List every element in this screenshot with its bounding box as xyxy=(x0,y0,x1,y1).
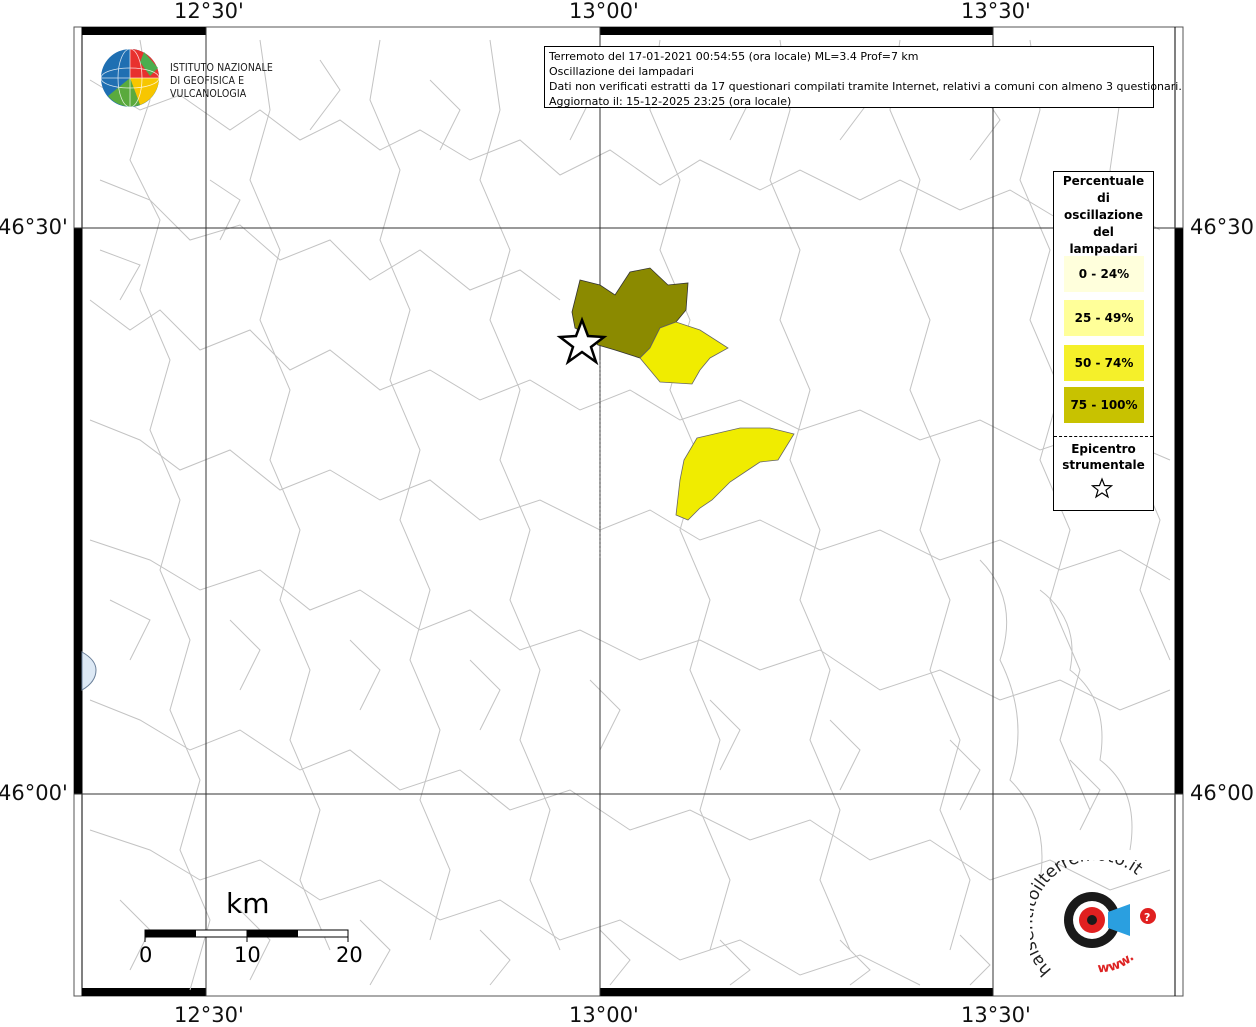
scale-tick-0: 0 xyxy=(139,943,153,967)
legend-epicenter-label: Epicentro strumentale xyxy=(1054,441,1153,473)
svg-text:?: ? xyxy=(1144,911,1150,924)
legend-title: Percentuale di oscillazione del lampadar… xyxy=(1054,173,1153,258)
scale-unit-label: km xyxy=(226,887,270,920)
ingv-globe-icon xyxy=(100,48,160,108)
logo-line-1: ISTITUTO NAZIONALE xyxy=(170,62,273,74)
lon-label-bottom-1: 12°30' xyxy=(174,1003,244,1027)
ingv-logo: ISTITUTO NAZIONALE DI GEOFISICA E VULCAN… xyxy=(100,48,320,110)
logo-www-text: www. xyxy=(1097,950,1137,976)
legend-title-line: del xyxy=(1093,225,1114,239)
legend-separator xyxy=(1054,436,1153,437)
lon-label-bottom-2: 13°00' xyxy=(569,1003,639,1027)
event-subtitle: Oscillazione dei lampadari xyxy=(549,65,694,78)
event-title: Terremoto del 17-01-2021 00:54:55 (ora l… xyxy=(549,50,919,63)
scale-tick-10: 10 xyxy=(234,943,261,967)
legend-title-line: oscillazione xyxy=(1064,208,1143,222)
logo-line-2: DI GEOFISICA E VULCANOLOGIA xyxy=(170,75,247,100)
hai-sentito-il-terremoto-logo: haisentitoilterremoto.it www. ? xyxy=(1030,860,1156,980)
legend-item-0-24: 0 - 24% xyxy=(1064,256,1144,292)
legend: Percentuale di oscillazione del lampadar… xyxy=(1053,171,1154,511)
legend-star-icon xyxy=(1091,477,1113,499)
legend-epicenter-line: strumentale xyxy=(1062,458,1145,472)
event-updated: Aggiornato il: 15-12-2025 23:25 (ora loc… xyxy=(549,95,792,108)
legend-title-line: di xyxy=(1097,191,1110,205)
legend-title-line: Percentuale xyxy=(1062,174,1145,188)
event-info-box: Terremoto del 17-01-2021 00:54:55 (ora l… xyxy=(544,46,1182,108)
scale-tick-20: 20 xyxy=(336,943,363,967)
lon-label-bottom-3: 13°30' xyxy=(961,1003,1031,1027)
lat-label-right-1: 46°30' xyxy=(1190,215,1256,239)
legend-item-50-74: 50 - 74% xyxy=(1064,345,1144,381)
lon-label-top-2: 13°00' xyxy=(569,0,639,23)
lat-label-left-1: 46°30' xyxy=(0,215,68,239)
lat-label-right-2: 46°00' xyxy=(1190,781,1256,805)
event-data-note: Dati non verificati estratti da 17 quest… xyxy=(549,80,1182,93)
legend-item-75-100: 75 - 100% xyxy=(1064,387,1144,423)
svg-text:www.: www. xyxy=(1097,950,1137,976)
lat-label-left-2: 46°00' xyxy=(0,781,68,805)
legend-item-25-49: 25 - 49% xyxy=(1064,300,1144,336)
lon-label-top-3: 13°30' xyxy=(961,0,1031,23)
lon-label-top-1: 12°30' xyxy=(174,0,244,23)
legend-epicenter-line: Epicentro xyxy=(1071,442,1136,456)
